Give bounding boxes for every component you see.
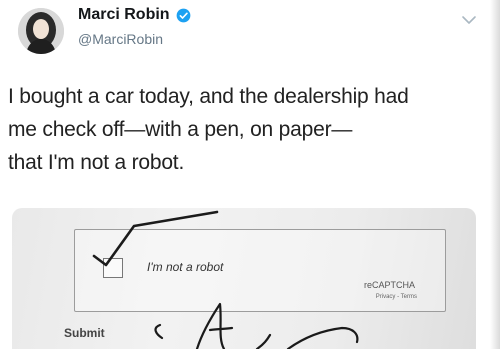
- pen-markings: [92, 210, 359, 349]
- chevron-down-icon[interactable]: [460, 14, 478, 26]
- avatar[interactable]: [18, 8, 64, 54]
- author-display-name[interactable]: Marci Robin: [78, 6, 170, 24]
- verified-badge-icon: [176, 8, 190, 22]
- avatar-photo: [18, 8, 64, 54]
- signature-stroke: [154, 302, 359, 349]
- tweet-photo[interactable]: I'm not a robot reCAPTCHA Privacy - Term…: [12, 208, 476, 349]
- edge-shadow: [490, 0, 500, 349]
- author-handle[interactable]: @MarciRobin: [78, 31, 163, 47]
- tweet-text: I bought a car today, and the dealership…: [8, 85, 409, 174]
- author-name-row: Marci Robin: [78, 6, 191, 24]
- check-mark-stroke: [92, 210, 219, 267]
